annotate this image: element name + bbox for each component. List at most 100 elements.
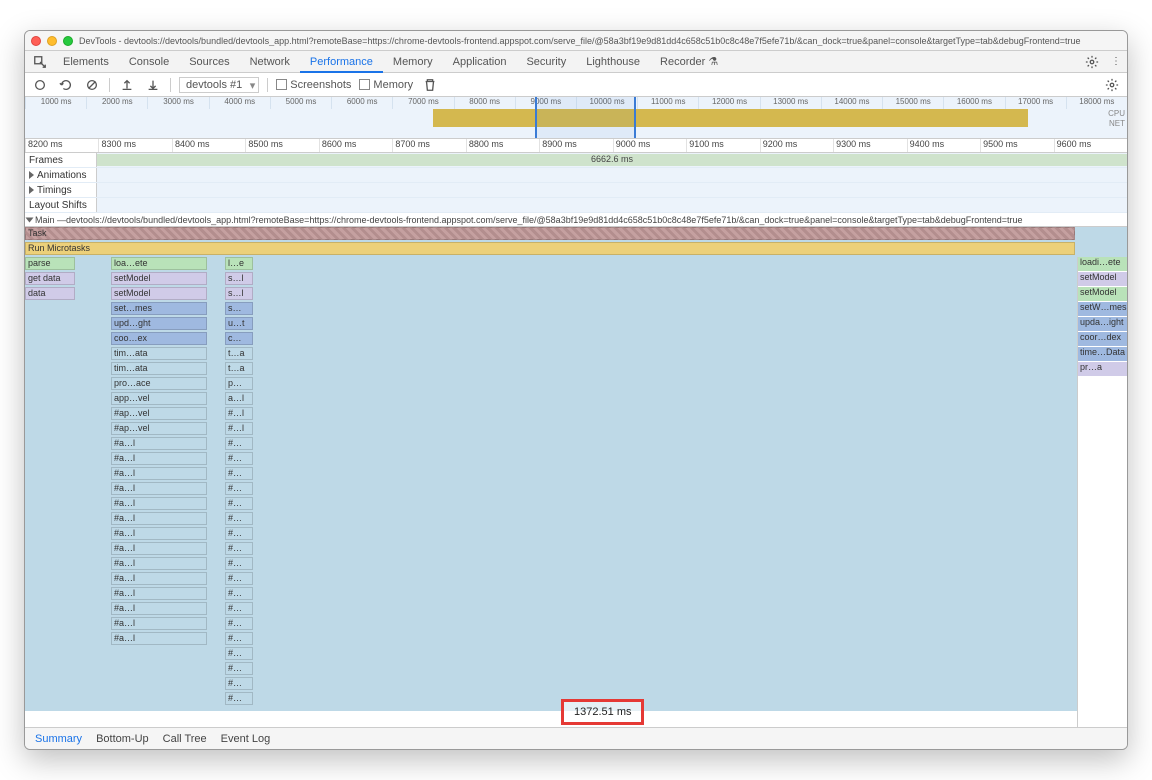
- details-tab-event-log[interactable]: Event Log: [221, 733, 271, 745]
- flame-block[interactable]: #a…l: [111, 587, 207, 600]
- download-icon[interactable]: [144, 76, 162, 94]
- screenshots-checkbox[interactable]: Screenshots: [276, 79, 351, 91]
- settings-gear-icon[interactable]: [1081, 51, 1103, 73]
- flame-block[interactable]: #…l: [225, 407, 253, 420]
- profile-select[interactable]: devtools #1: [179, 77, 259, 93]
- flame-block[interactable]: #a…l: [111, 467, 207, 480]
- details-tab-bottom-up[interactable]: Bottom-Up: [96, 733, 149, 745]
- kebab-menu-icon[interactable]: ⋮: [1105, 51, 1127, 73]
- inspect-icon[interactable]: [29, 51, 51, 73]
- tab-lighthouse[interactable]: Lighthouse: [576, 53, 650, 73]
- flame-block[interactable]: #a…l: [111, 512, 207, 525]
- flame-block[interactable]: #…: [225, 557, 253, 570]
- flame-block[interactable]: #…: [225, 512, 253, 525]
- flame-block[interactable]: p…: [225, 377, 253, 390]
- flame-block[interactable]: #…l: [225, 422, 253, 435]
- flame-block[interactable]: #…: [225, 602, 253, 615]
- flame-block[interactable]: u…t: [225, 317, 253, 330]
- flame-task[interactable]: Task: [25, 227, 1075, 240]
- flame-block[interactable]: #ap…vel: [111, 407, 207, 420]
- flame-block[interactable]: t…a: [225, 347, 253, 360]
- close-window-icon[interactable]: [31, 36, 41, 46]
- flame-block[interactable]: tim…ata: [111, 362, 207, 375]
- flame-block[interactable]: #…: [225, 527, 253, 540]
- flame-run-microtasks[interactable]: Run Microtasks: [25, 242, 1075, 255]
- layout-shifts-track[interactable]: Layout Shifts: [25, 198, 1127, 213]
- memory-checkbox[interactable]: Memory: [359, 79, 413, 91]
- frame-duration-bar[interactable]: 6662.6 ms: [97, 154, 1127, 166]
- flame-block[interactable]: c…: [225, 332, 253, 345]
- flame-chart[interactable]: loadi…etesetModelsetModelsetW…mesupda…ig…: [25, 227, 1127, 711]
- flame-block[interactable]: #a…l: [111, 632, 207, 645]
- tab-recorder[interactable]: Recorder ⚗: [650, 53, 728, 73]
- overview-timeline[interactable]: 1000 ms2000 ms3000 ms4000 ms5000 ms6000 …: [25, 97, 1127, 139]
- flame-left-get-data[interactable]: get data: [25, 272, 75, 285]
- flame-block[interactable]: #…: [225, 632, 253, 645]
- flame-block[interactable]: coo…ex: [111, 332, 207, 345]
- flame-block[interactable]: #ap…vel: [111, 422, 207, 435]
- tab-network[interactable]: Network: [240, 53, 300, 73]
- flame-block[interactable]: s…l: [225, 272, 253, 285]
- flame-block[interactable]: set…mes: [111, 302, 207, 315]
- flame-block[interactable]: #a…l: [111, 527, 207, 540]
- flame-block[interactable]: #…: [225, 572, 253, 585]
- flame-block[interactable]: tim…ata: [111, 347, 207, 360]
- details-tab-summary[interactable]: Summary: [35, 733, 82, 745]
- flame-block[interactable]: #…: [225, 692, 253, 705]
- flame-block[interactable]: #a…l: [111, 482, 207, 495]
- tab-memory[interactable]: Memory: [383, 53, 443, 73]
- minimize-window-icon[interactable]: [47, 36, 57, 46]
- tab-sources[interactable]: Sources: [179, 53, 239, 73]
- flame-block[interactable]: #a…l: [111, 617, 207, 630]
- flame-block[interactable]: #a…l: [111, 557, 207, 570]
- flame-block[interactable]: setModel: [111, 287, 207, 300]
- collapse-icon[interactable]: [26, 217, 34, 222]
- flame-block[interactable]: pro…ace: [111, 377, 207, 390]
- frames-track[interactable]: Frames 6662.6 ms: [25, 153, 1127, 168]
- tab-elements[interactable]: Elements: [53, 53, 119, 73]
- flame-block[interactable]: #…: [225, 647, 253, 660]
- flame-block[interactable]: app…vel: [111, 392, 207, 405]
- flame-block[interactable]: #a…l: [111, 497, 207, 510]
- animations-track[interactable]: Animations: [25, 168, 1127, 183]
- flame-block[interactable]: t…a: [225, 362, 253, 375]
- flame-block[interactable]: #a…l: [111, 602, 207, 615]
- flame-block[interactable]: #…: [225, 497, 253, 510]
- tab-performance[interactable]: Performance: [300, 53, 383, 73]
- details-tab-call-tree[interactable]: Call Tree: [163, 733, 207, 745]
- flame-block[interactable]: setModel: [111, 272, 207, 285]
- tab-security[interactable]: Security: [516, 53, 576, 73]
- flame-block[interactable]: #…: [225, 662, 253, 675]
- flame-block[interactable]: #…: [225, 452, 253, 465]
- flame-block[interactable]: #a…l: [111, 452, 207, 465]
- flame-block[interactable]: #…: [225, 677, 253, 690]
- flame-block[interactable]: #…: [225, 437, 253, 450]
- overview-selection[interactable]: [535, 97, 635, 138]
- flame-left-data[interactable]: data: [25, 287, 75, 300]
- flame-left-parse[interactable]: parse: [25, 257, 75, 270]
- tab-console[interactable]: Console: [119, 53, 179, 73]
- expand-icon[interactable]: [29, 171, 34, 179]
- expand-icon[interactable]: [29, 186, 34, 194]
- reload-icon[interactable]: [57, 76, 75, 94]
- flame-block[interactable]: #a…l: [111, 542, 207, 555]
- upload-icon[interactable]: [118, 76, 136, 94]
- trash-icon[interactable]: [421, 76, 439, 94]
- main-thread-header[interactable]: Main — devtools://devtools/bundled/devto…: [25, 213, 1127, 227]
- flame-block[interactable]: upd…ght: [111, 317, 207, 330]
- flame-block[interactable]: s…: [225, 302, 253, 315]
- time-ruler[interactable]: 8200 ms8300 ms8400 ms8500 ms8600 ms8700 …: [25, 139, 1127, 153]
- flame-block[interactable]: #a…l: [111, 437, 207, 450]
- flame-block[interactable]: #…: [225, 482, 253, 495]
- tab-application[interactable]: Application: [443, 53, 517, 73]
- flame-block[interactable]: l…e: [225, 257, 253, 270]
- flame-block[interactable]: s…l: [225, 287, 253, 300]
- timings-track[interactable]: Timings: [25, 183, 1127, 198]
- flame-block[interactable]: #…: [225, 542, 253, 555]
- flame-block[interactable]: #…: [225, 467, 253, 480]
- flame-block[interactable]: a…l: [225, 392, 253, 405]
- flame-block[interactable]: #a…l: [111, 572, 207, 585]
- flame-block[interactable]: #…: [225, 587, 253, 600]
- clear-icon[interactable]: [83, 76, 101, 94]
- flame-block[interactable]: loa…ete: [111, 257, 207, 270]
